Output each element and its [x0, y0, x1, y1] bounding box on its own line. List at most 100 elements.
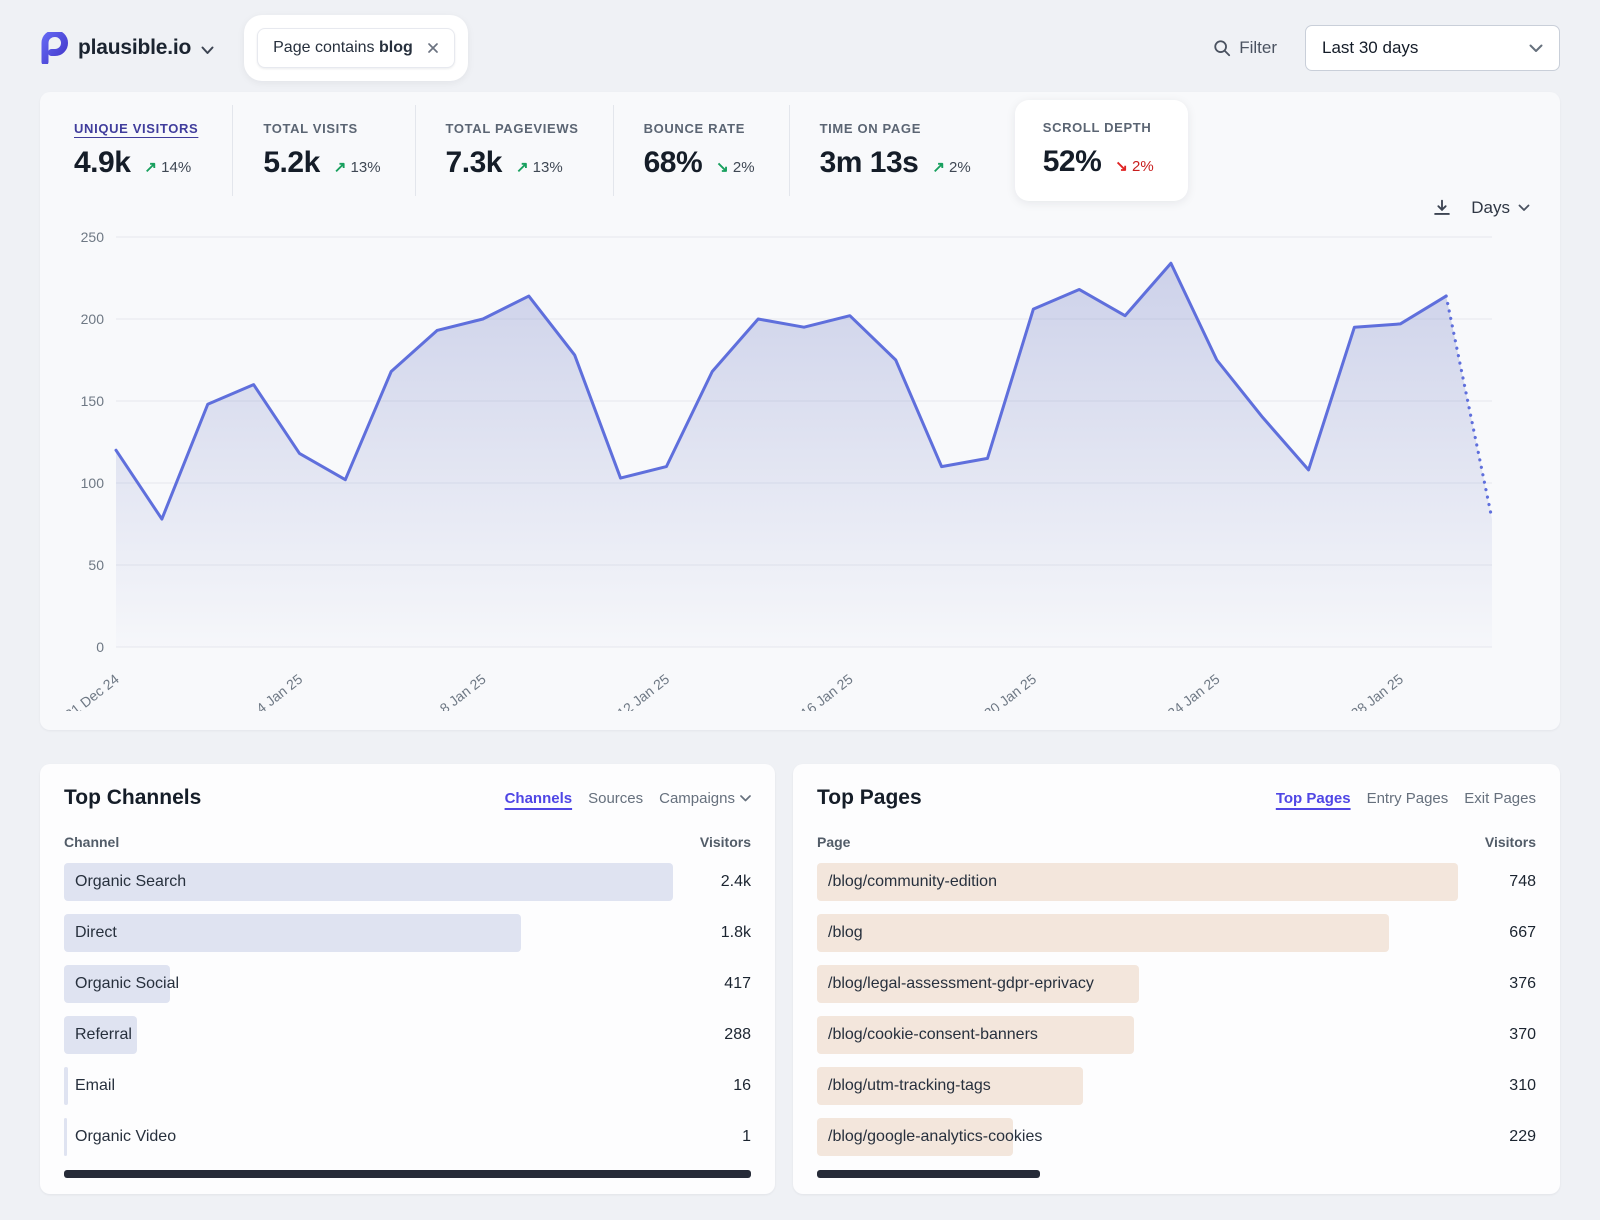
- stat-total-pageviews[interactable]: TOTAL PAGEVIEWS7.3k↗ 13%: [415, 105, 613, 196]
- channels-table: Organic Search 2.4k Direct1.8k Organic Soci…: [64, 863, 751, 1156]
- bar-cell: /blog/google-analytics-cookies: [817, 1118, 1458, 1156]
- row-label: /blog/legal-assessment-gdpr-eprivacy: [828, 975, 1094, 993]
- trend-down-icon: ↘: [716, 159, 729, 176]
- value-bar: [64, 914, 521, 952]
- svg-text:12 Jan 25: 12 Jan 25: [614, 671, 672, 711]
- row-visitors: 1: [673, 1128, 751, 1146]
- tab-top-pages[interactable]: Top Pages: [1276, 790, 1351, 807]
- svg-text:16 Jan 25: 16 Jan 25: [797, 671, 855, 711]
- row-visitors: 417: [673, 975, 751, 993]
- download-icon[interactable]: [1431, 197, 1453, 219]
- filter-button-label: Filter: [1239, 38, 1277, 58]
- tab-label: Sources: [588, 790, 643, 807]
- tab-campaigns[interactable]: Campaigns: [659, 790, 751, 807]
- visitors-column-header: Visitors: [700, 834, 751, 850]
- stat-total-visits[interactable]: TOTAL VISITS5.2k↗ 13%: [232, 105, 414, 196]
- date-range-label: Last 30 days: [1322, 38, 1418, 58]
- channels-table-header: Channel Visitors: [64, 834, 751, 850]
- partial-row-cutoff: [817, 1170, 1040, 1178]
- tab-entry-pages[interactable]: Entry Pages: [1367, 790, 1449, 807]
- interval-picker[interactable]: Days: [1471, 198, 1530, 218]
- tab-channels[interactable]: Channels: [505, 790, 573, 807]
- stat-scroll-depth[interactable]: SCROLL DEPTH52%↘ 2%: [1015, 100, 1188, 201]
- table-row-blog[interactable]: /blog667: [817, 914, 1536, 952]
- table-row-referral[interactable]: Referral 288: [64, 1016, 751, 1054]
- bottom-cards: Top Channels ChannelsSourcesCampaigns Ch…: [40, 764, 1560, 1194]
- top-pages-title: Top Pages: [817, 786, 922, 810]
- search-icon: [1213, 39, 1231, 57]
- chevron-down-icon: [201, 46, 214, 55]
- stat-change: ↗ 2%: [932, 158, 970, 176]
- row-label: /blog/utm-tracking-tags: [828, 1077, 991, 1095]
- svg-text:50: 50: [88, 557, 104, 573]
- row-label: /blog: [828, 924, 863, 942]
- row-label: Direct: [75, 924, 117, 942]
- svg-text:24 Jan 25: 24 Jan 25: [1164, 671, 1222, 711]
- table-row-email[interactable]: Email16: [64, 1067, 751, 1105]
- table-row-blog-legal-assessment-gdpr-eprivacy[interactable]: /blog/legal-assessment-gdpr-eprivacy376: [817, 965, 1536, 1003]
- bar-cell: Organic Search: [64, 863, 673, 901]
- visitors-column-header: Visitors: [1485, 834, 1536, 850]
- site-switcher[interactable]: plausible.io: [40, 32, 214, 64]
- table-row-organic-search[interactable]: Organic Search 2.4k: [64, 863, 751, 901]
- trend-up-icon: ↗: [334, 159, 347, 176]
- bar-cell: Organic Social: [64, 965, 673, 1003]
- table-row-organic-social[interactable]: Organic Social 417: [64, 965, 751, 1003]
- svg-text:150: 150: [81, 393, 105, 409]
- row-label: Organic Social: [75, 975, 179, 993]
- stat-label: SCROLL DEPTH: [1043, 120, 1154, 135]
- table-row-direct[interactable]: Direct1.8k: [64, 914, 751, 952]
- close-icon[interactable]: [427, 42, 439, 54]
- svg-text:0: 0: [96, 639, 104, 655]
- stat-value: 4.9k: [74, 146, 130, 180]
- row-label: /blog/community-edition: [828, 873, 997, 891]
- visitors-chart[interactable]: 05010015020025031 Dec 244 Jan 258 Jan 25…: [40, 219, 1560, 716]
- stat-label: TOTAL PAGEVIEWS: [446, 121, 579, 136]
- chevron-down-icon: [1529, 44, 1543, 53]
- filter-pill-text: Page contains blog: [273, 39, 413, 57]
- stat-change: ↘ 2%: [716, 158, 754, 176]
- tab-label: Top Pages: [1276, 790, 1351, 807]
- stat-change: ↗ 14%: [144, 158, 191, 176]
- filter-button[interactable]: Filter: [1213, 38, 1277, 58]
- row-label: /blog/google-analytics-cookies: [828, 1128, 1042, 1146]
- table-row-blog-utm-tracking-tags[interactable]: /blog/utm-tracking-tags 310: [817, 1067, 1536, 1105]
- tab-exit-pages[interactable]: Exit Pages: [1464, 790, 1536, 807]
- row-label: Organic Search: [75, 873, 186, 891]
- row-label: Referral: [75, 1026, 132, 1044]
- table-row-blog-community-edition[interactable]: /blog/community-edition 748: [817, 863, 1536, 901]
- bar-cell: /blog/community-edition: [817, 863, 1458, 901]
- stat-unique-visitors[interactable]: UNIQUE VISITORS4.9k↗ 14%: [40, 105, 232, 196]
- row-visitors: 288: [673, 1026, 751, 1044]
- stat-bounce-rate[interactable]: BOUNCE RATE68%↘ 2%: [613, 105, 789, 196]
- row-visitors: 370: [1458, 1026, 1536, 1044]
- row-visitors: 748: [1458, 873, 1536, 891]
- top-bar: plausible.io Page contains blog Filter L…: [0, 0, 1600, 92]
- bar-cell: /blog: [817, 914, 1458, 952]
- table-row-organic-video[interactable]: Organic Video 1: [64, 1118, 751, 1156]
- stat-label: BOUNCE RATE: [644, 121, 755, 136]
- top-channels-tabs: Channels Sources Campaigns: [505, 790, 751, 807]
- tab-sources[interactable]: Sources: [588, 790, 643, 807]
- top-channels-head: Top Channels ChannelsSourcesCampaigns: [64, 786, 751, 810]
- stat-change: ↘ 2%: [1115, 157, 1153, 175]
- chevron-down-icon: [1518, 204, 1530, 212]
- row-visitors: 310: [1458, 1077, 1536, 1095]
- svg-text:31 Dec 24: 31 Dec 24: [62, 671, 122, 711]
- row-visitors: 229: [1458, 1128, 1536, 1146]
- tab-label: Channels: [505, 790, 573, 807]
- stat-change: ↗ 13%: [516, 158, 563, 176]
- row-visitors: 2.4k: [673, 873, 751, 891]
- row-label: Organic Video: [75, 1128, 176, 1146]
- svg-text:4 Jan 25: 4 Jan 25: [253, 671, 305, 711]
- page-column-header: Page: [817, 834, 850, 850]
- row-label: /blog/cookie-consent-banners: [828, 1026, 1038, 1044]
- row-label: Email: [75, 1077, 115, 1095]
- filter-pill[interactable]: Page contains blog: [257, 28, 455, 68]
- trend-down-icon: ↘: [1115, 158, 1128, 175]
- date-range-picker[interactable]: Last 30 days: [1305, 25, 1560, 71]
- stat-time-on-page[interactable]: TIME ON PAGE3m 13s↗ 2%: [789, 105, 1005, 196]
- table-row-blog-google-analytics-cookies[interactable]: /blog/google-analytics-cookies 229: [817, 1118, 1536, 1156]
- interval-label: Days: [1471, 198, 1510, 218]
- table-row-blog-cookie-consent-banners[interactable]: /blog/cookie-consent-banners 370: [817, 1016, 1536, 1054]
